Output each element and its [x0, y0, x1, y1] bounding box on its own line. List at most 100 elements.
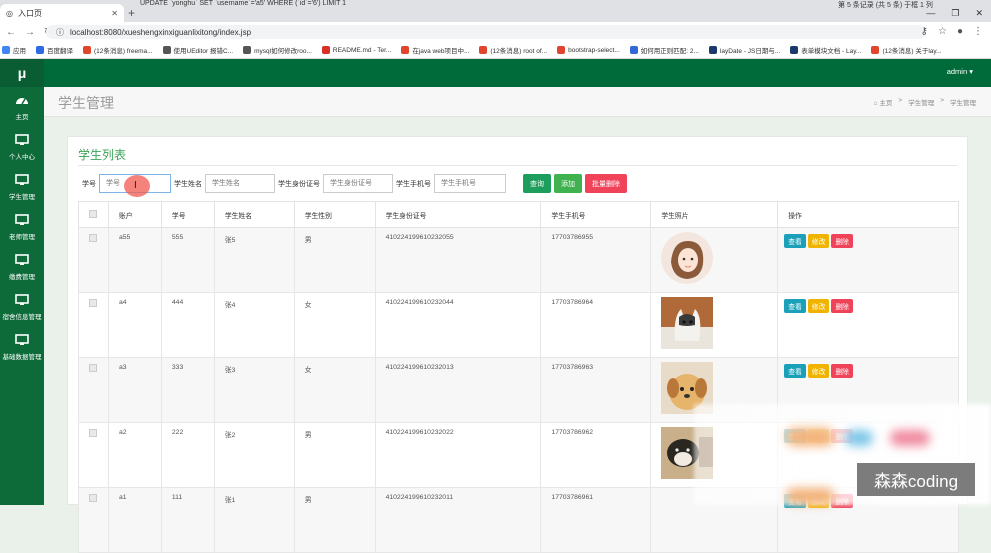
- bookmark-label: bootstrap-select...: [568, 46, 620, 54]
- browser-tab[interactable]: ◎ 入口页 ✕: [0, 4, 124, 22]
- cell-id: 222: [160, 422, 215, 488]
- sidebar-item-1[interactable]: 个人中心: [0, 127, 44, 167]
- monitor-icon: [15, 213, 29, 228]
- bookmark-item[interactable]: layDate - JS日期与...: [708, 45, 780, 55]
- bookmark-icon: [479, 46, 488, 54]
- bookmark-label: 在java web项目中...: [412, 48, 470, 55]
- url-field[interactable]: ⓘ localhost:8080/xueshengxinxiguanlixito…: [46, 25, 926, 39]
- row-checkbox-cell: [78, 357, 109, 423]
- column-header: 学生身份证号: [374, 201, 542, 228]
- forward-icon[interactable]: →: [25, 27, 35, 38]
- cell-name: 张5: [213, 227, 295, 293]
- action-button-1[interactable]: 修改: [807, 364, 830, 378]
- bookmark-label: (12条消息) freema...: [94, 48, 153, 55]
- menu-icon[interactable]: ⋮: [973, 26, 983, 37]
- action-button-0[interactable]: 查看: [784, 299, 806, 313]
- search-button-2[interactable]: 批量删除: [585, 174, 627, 193]
- sidebar-item-label: 学生管理: [9, 193, 35, 201]
- sidebar-item-5[interactable]: 宿舍信息管理: [0, 287, 44, 327]
- cell-photo: [650, 292, 779, 358]
- search-input-2[interactable]: [323, 174, 393, 193]
- cell-gender: 男: [293, 487, 376, 553]
- bookmark-icon: [629, 46, 638, 54]
- bookmark-label: 使用UEditor 报错C...: [173, 48, 234, 55]
- app-logo: μ: [0, 59, 44, 87]
- cell-id: 111: [160, 487, 215, 553]
- action-button-1[interactable]: 修改: [807, 299, 830, 313]
- cell-actions: 查看修改删除: [777, 292, 959, 358]
- bookmark-item[interactable]: 在java web项目中...: [401, 45, 469, 55]
- action-button-2[interactable]: 删除: [831, 299, 853, 313]
- sidebar-item-2[interactable]: 学生管理: [0, 167, 44, 207]
- row-checkbox[interactable]: [89, 364, 97, 372]
- page-title: 学生管理: [58, 95, 114, 111]
- cell-idcard: 410224199610232013: [374, 357, 542, 423]
- breadcrumb-item[interactable]: 学生管理: [950, 97, 976, 107]
- cell-name: 张3: [213, 357, 295, 423]
- bookmark-item[interactable]: 应用: [2, 45, 26, 55]
- monitor-icon: [15, 333, 29, 348]
- bookmark-item[interactable]: bootstrap-select...: [557, 46, 620, 54]
- cell-gender: 男: [293, 422, 376, 488]
- bookmark-item[interactable]: README.md - Ter...: [321, 46, 392, 54]
- monitor-icon: [15, 133, 29, 148]
- row-checkbox-cell: [78, 487, 109, 553]
- action-button-0[interactable]: 查看: [784, 364, 806, 378]
- sidebar-item-4[interactable]: 缴费管理: [0, 247, 44, 287]
- cell-phone: 17703786964: [540, 292, 652, 358]
- student-photo: [661, 232, 777, 284]
- bookmark-item[interactable]: mysql如何修改roo...: [243, 45, 312, 55]
- select-all-checkbox[interactable]: [89, 209, 97, 218]
- account-icon[interactable]: ●: [957, 26, 963, 37]
- action-button-0[interactable]: 查看: [784, 234, 806, 248]
- search-button-1[interactable]: 添加: [554, 174, 582, 193]
- action-button-2[interactable]: 删除: [831, 364, 853, 378]
- tab-title: 入口页: [17, 8, 42, 18]
- sidebar-item-3[interactable]: 老师管理: [0, 207, 44, 247]
- bookmark-item[interactable]: (12条消息) root of...: [479, 45, 547, 55]
- key-icon[interactable]: ⚷: [921, 26, 928, 37]
- bookmark-item[interactable]: (12条消息) freema...: [83, 45, 153, 55]
- restore-icon[interactable]: ❐: [951, 8, 959, 19]
- row-checkbox-cell: [78, 227, 109, 293]
- search-input-3[interactable]: [434, 174, 506, 193]
- row-checkbox[interactable]: [89, 299, 97, 307]
- action-button-1[interactable]: 修改: [807, 234, 830, 248]
- sidebar-item-6[interactable]: 基础数据管理: [0, 327, 44, 367]
- column-header: [78, 201, 109, 228]
- back-icon[interactable]: ←: [6, 27, 16, 38]
- bookmark-icon: [2, 46, 10, 54]
- breadcrumb-item[interactable]: 学生管理: [908, 97, 934, 107]
- minimize-icon[interactable]: —: [926, 8, 935, 19]
- breadcrumb: ⌂ 主页 > 学生管理 > 学生管理: [874, 97, 976, 107]
- new-tab-icon[interactable]: +: [128, 6, 135, 20]
- search-label: 学生手机号: [396, 180, 431, 188]
- search-button-0[interactable]: 查询: [523, 174, 551, 193]
- page-header: 学生管理 ⌂ 主页 > 学生管理 > 学生管理: [44, 87, 991, 117]
- row-checkbox[interactable]: [89, 234, 97, 242]
- breadcrumb-item[interactable]: ⌂ 主页: [874, 97, 893, 107]
- student-photo: [661, 297, 777, 349]
- browser-tabbar: ◎ 入口页 ✕ + UPDATE `yonghu` SET `username`…: [0, 0, 991, 22]
- sidebar-item-label: 缴费管理: [9, 273, 35, 281]
- bookmark-label: README.md - Ter...: [332, 46, 392, 54]
- bookmark-item[interactable]: (12条消息) 关于lay...: [871, 45, 942, 55]
- star-icon[interactable]: ☆: [938, 26, 947, 37]
- close-window-icon[interactable]: ✕: [975, 8, 983, 19]
- row-checkbox[interactable]: [89, 494, 97, 502]
- bookmark-item[interactable]: 百度翻译: [36, 45, 73, 55]
- bookmark-item[interactable]: 表单模块文档 - Lay...: [790, 45, 861, 55]
- search-input-1[interactable]: [205, 174, 275, 193]
- action-button-2[interactable]: 删除: [831, 234, 853, 248]
- user-menu[interactable]: admin ▾: [947, 67, 973, 76]
- bookmark-item[interactable]: 使用UEditor 报错C...: [162, 45, 234, 55]
- bookmark-icon: [321, 46, 330, 54]
- cell-account: a1: [107, 487, 162, 553]
- bookmark-label: (12条消息) root of...: [490, 48, 548, 55]
- bookmark-item[interactable]: 如何用正则匹配: 2...: [629, 45, 699, 55]
- row-checkbox[interactable]: [89, 429, 97, 437]
- bookmark-label: (12条消息) 关于lay...: [882, 48, 942, 55]
- text-cursor-icon: I: [134, 180, 137, 191]
- sidebar-item-0[interactable]: 主页: [0, 87, 44, 127]
- close-tab-icon[interactable]: ✕: [111, 9, 118, 18]
